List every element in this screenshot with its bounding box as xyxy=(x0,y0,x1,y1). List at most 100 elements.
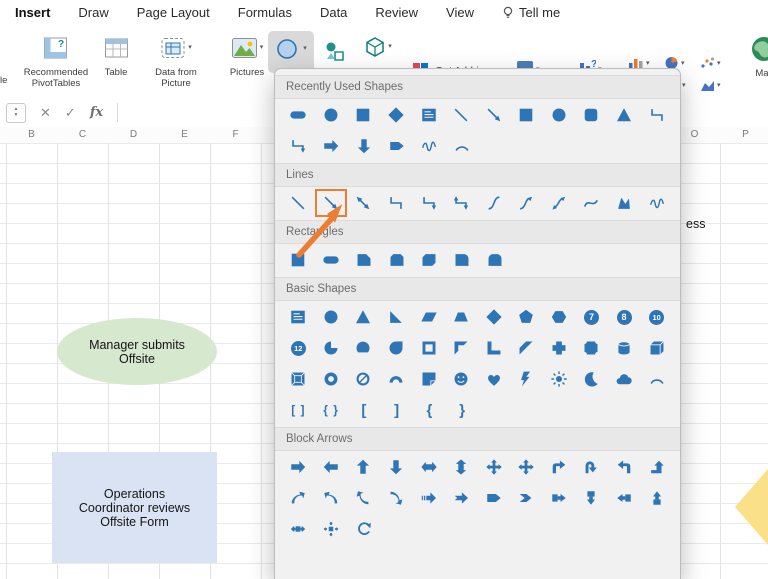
rounded-square-shape[interactable] xyxy=(575,101,608,129)
oval-shape[interactable] xyxy=(315,101,348,129)
menu-tab-data[interactable]: Data xyxy=(320,5,347,20)
rounded-rectangle-shape[interactable] xyxy=(282,101,315,129)
notched-right-arrow-shape[interactable] xyxy=(445,484,478,512)
line-shape[interactable] xyxy=(282,189,315,217)
bent-up-arrow-shape[interactable] xyxy=(640,453,673,481)
lightning-bolt-shape[interactable] xyxy=(510,365,543,393)
rectangle-shape[interactable] xyxy=(510,101,543,129)
cross-shape[interactable] xyxy=(543,334,576,362)
curved-double-arrow-connector-shape[interactable] xyxy=(543,189,576,217)
chevron-shape[interactable] xyxy=(510,484,543,512)
pentagon-shape[interactable] xyxy=(380,132,413,160)
rectangle-shape[interactable] xyxy=(347,101,380,129)
line-arrow-shape[interactable] xyxy=(315,189,348,217)
table-button[interactable]: Table xyxy=(96,30,136,78)
moon-shape[interactable] xyxy=(575,365,608,393)
elbow-arrow-connector-shape[interactable] xyxy=(412,189,445,217)
diagonal-stripe-shape[interactable] xyxy=(510,334,543,362)
diamond-shape[interactable] xyxy=(380,101,413,129)
folded-corner-shape[interactable] xyxy=(412,365,445,393)
menu-tab-insert[interactable]: Insert xyxy=(15,5,50,20)
column-header-C[interactable]: C xyxy=(57,129,108,140)
trapezoid-shape[interactable] xyxy=(445,303,478,331)
donut-shape[interactable] xyxy=(315,365,348,393)
curved-down-arrow-shape[interactable] xyxy=(380,484,413,512)
sun-shape[interactable] xyxy=(543,365,576,393)
text-box-shape[interactable] xyxy=(412,101,445,129)
cube-shape[interactable] xyxy=(640,334,673,362)
heptagon-shape[interactable]: 7 xyxy=(575,303,608,331)
enter-icon[interactable]: ✓ xyxy=(65,105,76,121)
up-arrow-shape[interactable] xyxy=(347,453,380,481)
elbow-double-arrow-connector-shape[interactable] xyxy=(445,189,478,217)
elbow-connector-shape[interactable] xyxy=(380,189,413,217)
up-down-arrow-shape[interactable] xyxy=(445,453,478,481)
round-single-corner-rectangle-shape[interactable] xyxy=(446,246,479,274)
circular-arrow-shape[interactable] xyxy=(348,515,381,543)
curved-left-arrow-shape[interactable] xyxy=(315,484,348,512)
up-arrow-callout-shape[interactable] xyxy=(640,484,673,512)
column-header-B[interactable]: B xyxy=(6,129,57,140)
data-from-picture-button[interactable]: ▾ Data from Picture xyxy=(143,30,209,89)
right-brace-shape[interactable]: } xyxy=(446,396,479,424)
oval-shape[interactable] xyxy=(543,101,576,129)
arc-shape[interactable] xyxy=(640,365,673,393)
shapes-button[interactable]: ▾ xyxy=(268,31,314,73)
teardrop-shape[interactable] xyxy=(380,334,413,362)
right-arrow-shape[interactable] xyxy=(282,453,315,481)
can-shape[interactable] xyxy=(608,334,641,362)
pictures-button[interactable]: ▾ Pictures xyxy=(221,30,273,78)
double-bracket-shape[interactable]: [ ] xyxy=(282,396,315,424)
frame-shape[interactable] xyxy=(412,334,445,362)
column-header-D[interactable]: D xyxy=(108,129,159,140)
column-header-E[interactable]: E xyxy=(159,129,210,140)
name-box-stepper[interactable]: ▲▼ xyxy=(6,103,26,123)
text-box-shape[interactable] xyxy=(282,303,315,331)
line-double-arrow-shape[interactable] xyxy=(347,189,380,217)
half-frame-shape[interactable] xyxy=(445,334,478,362)
left-right-arrow-shape[interactable] xyxy=(412,453,445,481)
quad-arrow-callout-shape[interactable] xyxy=(315,515,348,543)
left-up-arrow-shape[interactable] xyxy=(608,453,641,481)
right-arrow-callout-shape[interactable] xyxy=(543,484,576,512)
cloud-shape[interactable] xyxy=(608,365,641,393)
line-arrow-shape[interactable] xyxy=(477,101,510,129)
icons-button[interactable] xyxy=(320,33,350,69)
rounded-rectangle-shape[interactable] xyxy=(315,246,348,274)
menu-tab-review[interactable]: Review xyxy=(375,5,418,20)
flowchart-ellipse-manager[interactable]: Manager submits Offsite xyxy=(57,318,217,385)
scribble-shape[interactable] xyxy=(413,132,446,160)
plaque-shape[interactable] xyxy=(575,334,608,362)
isosceles-triangle-shape[interactable] xyxy=(347,303,380,331)
l-shape-shape[interactable] xyxy=(477,334,510,362)
elbow-connector-shape[interactable] xyxy=(640,101,673,129)
parallelogram-shape[interactable] xyxy=(412,303,445,331)
elbow-arrow-connector-shape[interactable] xyxy=(282,132,315,160)
flowchart-process-operations[interactable]: Operations Coordinator reviews Offsite F… xyxy=(52,452,217,563)
round-same-side-corner-rectangle-shape[interactable] xyxy=(479,246,512,274)
hexagon-shape[interactable] xyxy=(543,303,576,331)
menu-tab-view[interactable]: View xyxy=(446,5,474,20)
column-header-P[interactable]: P xyxy=(720,129,768,140)
left-brace-shape[interactable]: { xyxy=(413,396,446,424)
curve-shape[interactable] xyxy=(575,189,608,217)
left-right-arrow-callout-shape[interactable] xyxy=(282,515,315,543)
right-arrow-shape[interactable] xyxy=(315,132,348,160)
decagon-shape[interactable]: 10 xyxy=(640,303,673,331)
menu-tab-page-layout[interactable]: Page Layout xyxy=(137,5,210,20)
arc-shape[interactable] xyxy=(446,132,479,160)
bent-arrow-shape[interactable] xyxy=(543,453,576,481)
line-shape[interactable] xyxy=(445,101,478,129)
left-right-up-arrow-shape[interactable] xyxy=(510,453,543,481)
curved-connector-shape[interactable] xyxy=(477,189,510,217)
quad-arrow-shape[interactable] xyxy=(477,453,510,481)
block-arc-shape[interactable] xyxy=(380,365,413,393)
tell-me[interactable]: Tell me xyxy=(502,5,560,20)
right-bracket-shape[interactable]: ] xyxy=(380,396,413,424)
pentagon-shape[interactable] xyxy=(477,484,510,512)
right-triangle-shape[interactable] xyxy=(380,303,413,331)
column-header-F[interactable]: F xyxy=(210,129,261,140)
down-arrow-shape[interactable] xyxy=(348,132,381,160)
bevel-shape[interactable] xyxy=(282,365,315,393)
no-symbol-shape[interactable] xyxy=(347,365,380,393)
